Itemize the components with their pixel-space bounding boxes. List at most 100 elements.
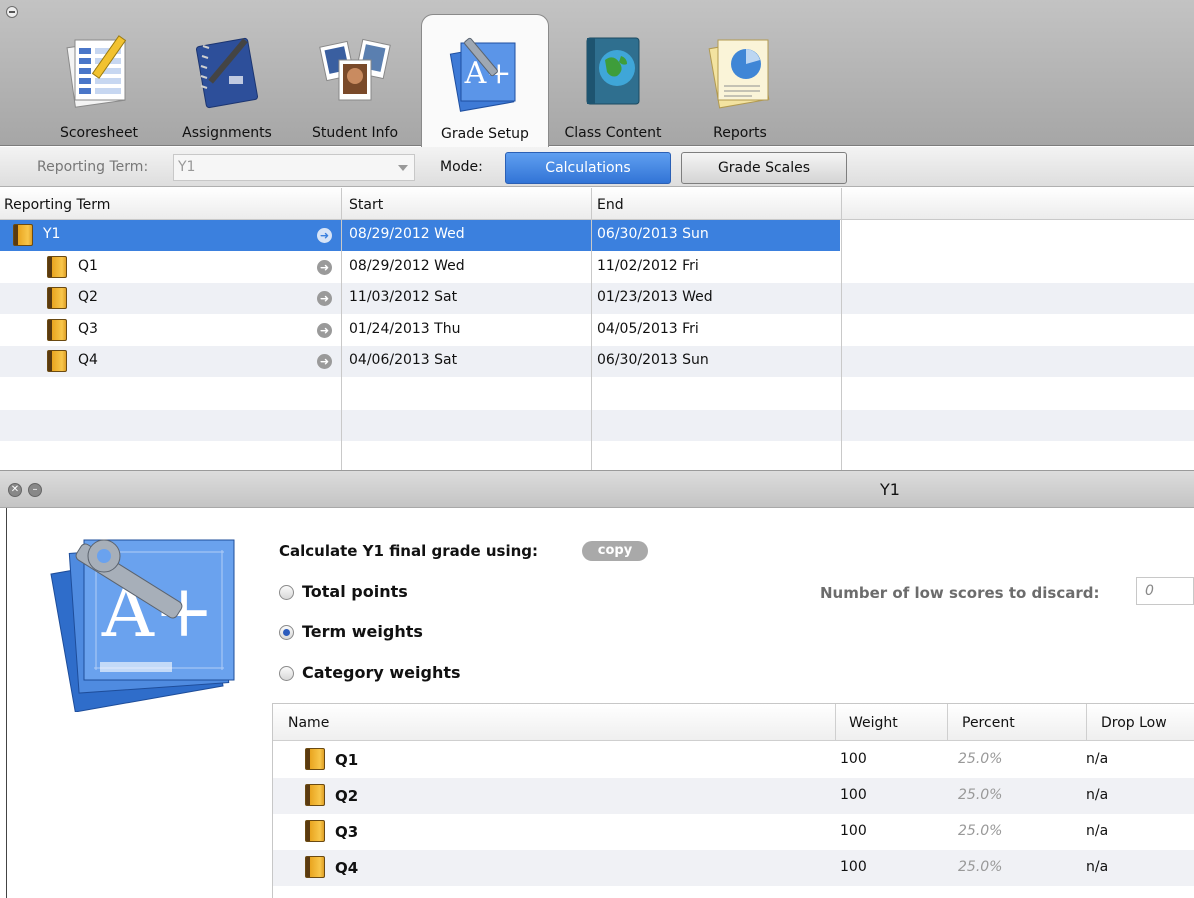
collapse-toolbar-button[interactable] bbox=[6, 6, 18, 18]
drop-low-value: n/a bbox=[1086, 751, 1109, 767]
scoresheet-icon bbox=[66, 35, 127, 108]
weight-value[interactable]: 100 bbox=[840, 787, 867, 803]
chevron-down-icon bbox=[398, 165, 408, 171]
total-points-radio[interactable] bbox=[279, 585, 294, 600]
term-name: Q3 bbox=[78, 321, 98, 337]
calculations-mode-button[interactable]: Calculations bbox=[505, 152, 671, 184]
term-end: 06/30/2013 Sun bbox=[597, 226, 709, 242]
term-book-icon bbox=[305, 856, 325, 878]
weight-value[interactable]: 100 bbox=[840, 823, 867, 839]
column-divider bbox=[841, 188, 842, 470]
weight-value[interactable]: 100 bbox=[840, 751, 867, 767]
tab-label: Grade Setup bbox=[441, 126, 529, 142]
tab-label: Reports bbox=[713, 125, 767, 141]
column-header-weight[interactable]: Weight bbox=[849, 715, 898, 731]
term-book-icon bbox=[47, 256, 67, 278]
weight-percent: 25.0% bbox=[958, 751, 1003, 767]
table-header: Reporting Term Start End bbox=[0, 188, 1194, 220]
column-divider bbox=[1086, 704, 1087, 741]
detail-title-bar: ✕ – Y1 bbox=[0, 470, 1194, 508]
tab-label: Class Content bbox=[564, 125, 662, 141]
mode-label: Mode: bbox=[440, 159, 483, 175]
weight-term-name: Q4 bbox=[335, 859, 359, 877]
table-row[interactable]: Q1 ➜ 08/29/2012 Wed 11/02/2012 Fri bbox=[0, 252, 840, 283]
reporting-term-label: Reporting Term: bbox=[37, 159, 149, 175]
term-start: 11/03/2012 Sat bbox=[349, 289, 458, 305]
reporting-term-select[interactable]: Y1 bbox=[173, 154, 415, 181]
weight-term-name: Q1 bbox=[335, 751, 359, 769]
discard-low-scores-input[interactable]: 0 bbox=[1136, 577, 1194, 605]
column-header-start[interactable]: Start bbox=[349, 197, 383, 213]
table-row[interactable]: Q1 100 25.0% n/a bbox=[273, 742, 1194, 778]
close-icon[interactable]: ✕ bbox=[8, 483, 22, 497]
weight-percent: 25.0% bbox=[958, 823, 1003, 839]
student-photos-icon bbox=[319, 38, 391, 101]
table-row[interactable]: Q2 ➜ 11/03/2012 Sat 01/23/2013 Wed bbox=[0, 283, 1194, 314]
column-divider bbox=[835, 704, 836, 741]
arrow-right-icon[interactable]: ➜ bbox=[317, 260, 332, 275]
drop-low-value: n/a bbox=[1086, 859, 1109, 875]
term-name: Q2 bbox=[78, 289, 98, 305]
category-weights-radio[interactable] bbox=[279, 666, 294, 681]
arrow-right-icon[interactable]: ➜ bbox=[317, 323, 332, 338]
term-weights-label[interactable]: Term weights bbox=[302, 622, 423, 641]
tab-scoresheet[interactable]: Scoresheet bbox=[44, 14, 154, 146]
table-row[interactable]: Q2 100 25.0% n/a bbox=[273, 778, 1194, 814]
term-book-icon bbox=[305, 784, 325, 806]
term-weights-table: Name Weight Percent Drop Low Q1 100 25.0… bbox=[272, 703, 1194, 898]
copy-button[interactable]: copy bbox=[582, 541, 648, 561]
term-end: 11/02/2012 Fri bbox=[597, 258, 699, 274]
term-name: Q4 bbox=[78, 352, 98, 368]
discard-low-scores-label: Number of low scores to discard: bbox=[820, 584, 1100, 602]
term-book-icon bbox=[305, 820, 325, 842]
column-header-percent[interactable]: Percent bbox=[962, 715, 1015, 731]
arrow-right-icon[interactable]: ➜ bbox=[317, 228, 332, 243]
weight-percent: 25.0% bbox=[958, 859, 1003, 875]
filter-bar: Reporting Term: Y1 Mode: Calculations Gr… bbox=[0, 147, 1194, 187]
main-toolbar: Scoresheet Assignments Student Info A+ G… bbox=[0, 0, 1194, 147]
term-end: 06/30/2013 Sun bbox=[597, 352, 709, 368]
weight-term-name: Q3 bbox=[335, 823, 359, 841]
column-header-name[interactable]: Name bbox=[288, 715, 329, 731]
arrow-right-icon[interactable]: ➜ bbox=[317, 291, 332, 306]
term-end: 04/05/2013 Fri bbox=[597, 321, 699, 337]
grade-scales-mode-button[interactable]: Grade Scales bbox=[681, 152, 847, 184]
table-header: Name Weight Percent Drop Low bbox=[273, 704, 1194, 741]
tab-assignments[interactable]: Assignments bbox=[168, 14, 286, 146]
tab-class-content[interactable]: Class Content bbox=[552, 14, 674, 146]
term-weights-radio[interactable] bbox=[279, 625, 294, 640]
globe-book-icon bbox=[586, 37, 640, 105]
column-divider bbox=[947, 704, 948, 741]
column-header-reporting-term[interactable]: Reporting Term bbox=[4, 197, 110, 213]
column-divider bbox=[591, 188, 592, 470]
empty-row bbox=[0, 410, 1194, 441]
column-header-end[interactable]: End bbox=[597, 197, 624, 213]
reporting-terms-table: Reporting Term Start End Y1 ➜ 08/29/2012… bbox=[0, 188, 1194, 470]
table-row[interactable]: Q3 ➜ 01/24/2013 Thu 04/05/2013 Fri bbox=[0, 315, 840, 346]
column-header-drop-low[interactable]: Drop Low bbox=[1101, 715, 1167, 731]
tab-reports[interactable]: Reports bbox=[690, 14, 790, 146]
weight-value[interactable]: 100 bbox=[840, 859, 867, 875]
term-name: Y1 bbox=[43, 226, 61, 242]
tab-grade-setup[interactable]: A+ Grade Setup bbox=[421, 14, 549, 147]
term-start: 08/29/2012 Wed bbox=[349, 258, 465, 274]
report-pie-icon bbox=[708, 39, 770, 109]
weight-term-name: Q2 bbox=[335, 787, 359, 805]
tab-label: Scoresheet bbox=[59, 125, 139, 141]
table-row[interactable]: Q3 100 25.0% n/a bbox=[273, 814, 1194, 850]
table-row[interactable]: Q4 ➜ 04/06/2013 Sat 06/30/2013 Sun bbox=[0, 346, 1194, 377]
window-edge bbox=[6, 508, 7, 898]
drop-low-value: n/a bbox=[1086, 823, 1109, 839]
table-row[interactable]: Q4 100 25.0% n/a bbox=[273, 850, 1194, 886]
collapse-icon[interactable]: – bbox=[28, 483, 42, 497]
term-calculation-panel: A+ Calculate Y1 final grade using: copy … bbox=[0, 508, 1194, 898]
total-points-label[interactable]: Total points bbox=[302, 582, 408, 601]
grade-setup-large-icon: A+ bbox=[50, 539, 235, 712]
drop-low-value: n/a bbox=[1086, 787, 1109, 803]
term-name: Q1 bbox=[78, 258, 98, 274]
grade-setup-icon: A+ bbox=[449, 37, 516, 112]
tab-student-info[interactable]: Student Info bbox=[298, 14, 412, 146]
category-weights-label[interactable]: Category weights bbox=[302, 663, 461, 682]
arrow-right-icon[interactable]: ➜ bbox=[317, 354, 332, 369]
table-row[interactable]: Y1 ➜ 08/29/2012 Wed 06/30/2013 Sun bbox=[0, 220, 840, 251]
